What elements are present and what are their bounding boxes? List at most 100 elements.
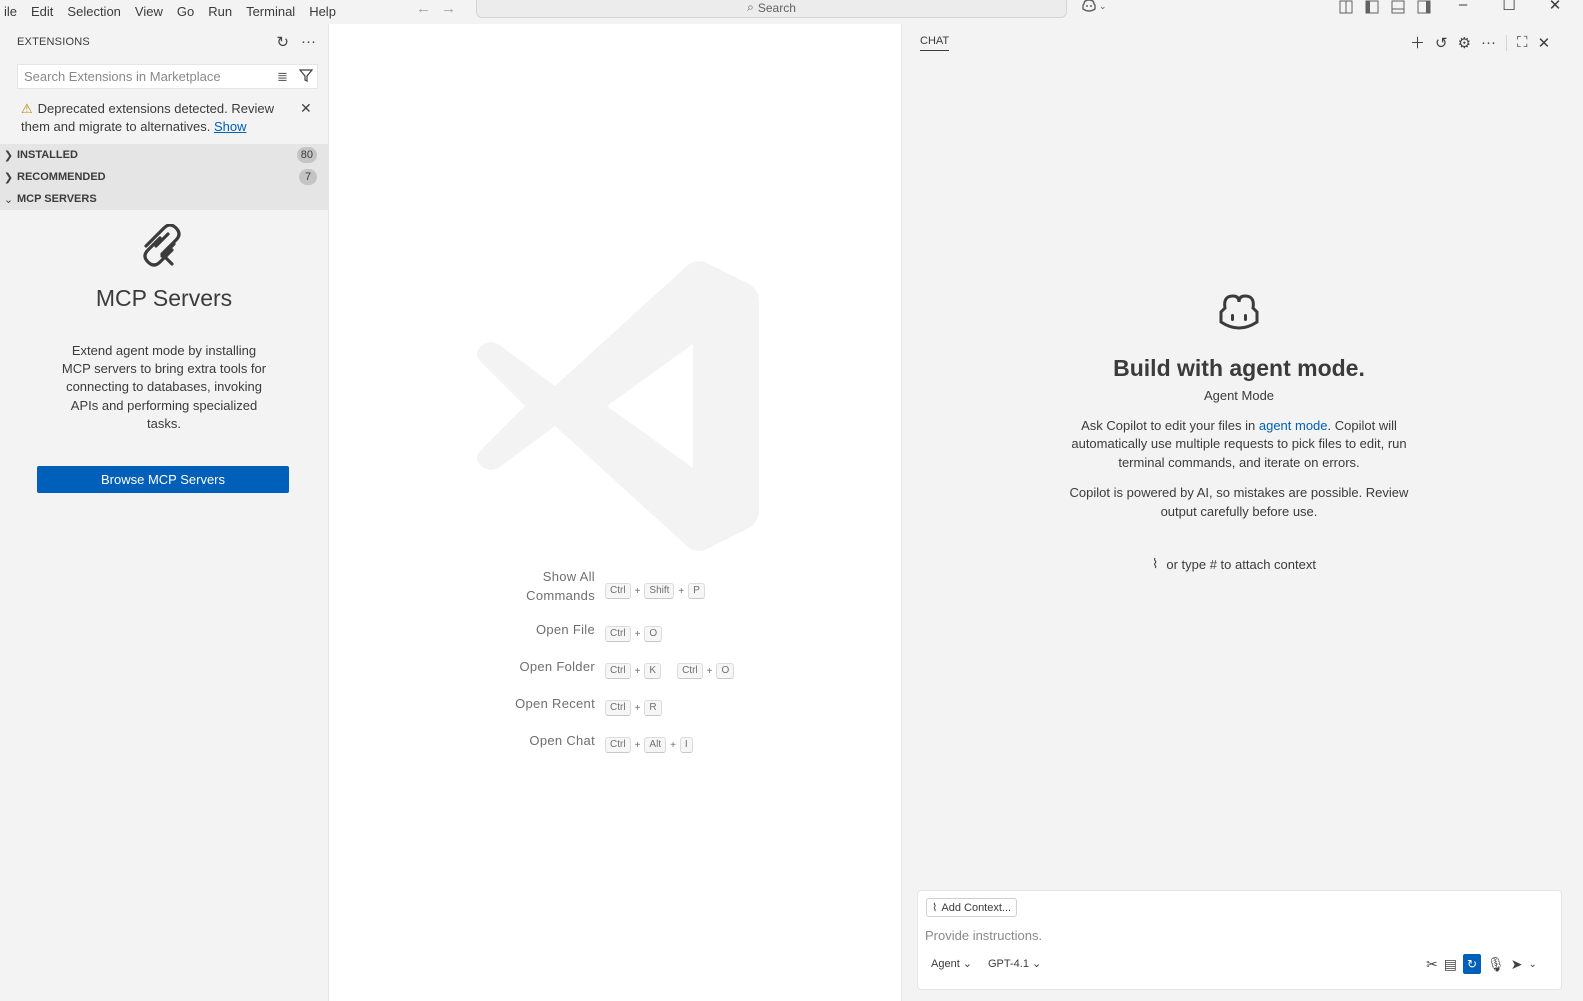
copilot-menu[interactable]: ⌄ [1081,0,1107,13]
chevron-down-icon[interactable]: ⌄ [1528,959,1536,970]
plus-sign: + [634,628,641,640]
shortcut-label: Open File [535,622,595,637]
menu-view[interactable]: View [128,4,170,20]
tab-chat[interactable]: CHAT [920,35,950,51]
shortcut-label: Open Recent [515,696,595,711]
chat-input-box: ⌇ Add Context... Agent ⌄ GPT-4.1 ⌄ ✂ ▤ ↻… [917,890,1562,990]
warning-icon: ⚠ [21,101,33,116]
agent-mode-link[interactable]: agent mode [1259,418,1328,433]
section-recommended[interactable]: ❯ RECOMMENDED 7 [0,166,328,188]
toggle-secondary-sidebar-icon[interactable] [1416,0,1434,14]
section-label: RECOMMENDED [17,171,106,183]
menu-file[interactable]: ile [0,4,24,20]
browse-mcp-servers-button[interactable]: Browse MCP Servers [37,466,289,493]
key-combo: Ctrl + R [605,700,662,716]
send-icon[interactable]: ➤ [1511,956,1523,973]
chat-input[interactable] [925,928,1525,943]
chat-heading: Build with agent mode. [1113,355,1365,381]
close-window-icon[interactable]: ✕ [1532,0,1578,14]
chat-intro: Ask Copilot to edit your files in agent … [1062,417,1416,472]
plus-sign: + [670,739,676,751]
shortcut-row[interactable]: Show All Commands Ctrl + Shift + P [499,567,734,605]
close-icon[interactable]: ✕ [300,100,312,117]
plus-sign: + [678,585,685,597]
menu-selection[interactable]: Selection [60,4,127,20]
keycap: I [679,737,693,753]
menu-terminal[interactable]: Terminal [239,4,302,20]
shortcut-row[interactable]: Open File Ctrl + O [499,620,734,642]
close-icon[interactable]: ✕ [1538,34,1551,52]
chat-panel: CHAT ＋ ↺ ⚙ ··· ⛶ ✕ Build with agent mode… [901,24,1583,1001]
keycap: K [644,663,662,679]
plus-sign: + [634,702,641,714]
chevron-down-icon: ⌄ [1031,958,1042,970]
keycap: P [688,583,705,599]
toggle-primary-sidebar-icon[interactable] [1364,0,1382,14]
paperclip-icon[interactable]: ⌇ [1152,556,1158,572]
mcp-welcome: MCP Servers Extend agent mode by install… [0,223,328,433]
extension-search-input[interactable] [24,69,264,84]
mcp-icon [143,223,181,267]
sidebar-title: EXTENSIONS [17,35,90,48]
key-combo: Ctrl + Alt + I [605,737,693,753]
clear-filter-icon[interactable]: ≣ [277,69,288,85]
history-icon[interactable]: ↺ [1435,34,1448,52]
key-combo: Ctrl + Shift + P [605,583,705,599]
keycap: Ctrl [605,626,631,642]
menu-run[interactable]: Run [201,4,239,20]
microphone-icon[interactable]: 🎙︎ [1487,956,1505,973]
refresh-icon[interactable]: ↻ [276,33,289,51]
add-context-button[interactable]: ⌇ Add Context... [926,898,1018,917]
model-picker[interactable]: GPT-4.1 ⌄ [988,957,1042,971]
list-icon[interactable]: ▤ [1444,956,1457,973]
keycap: O [716,663,735,679]
shortcut-list: Show All Commands Ctrl + Shift + P Open File Ct… [499,567,735,768]
intro-text: Ask Copilot to edit your files in [1081,418,1259,433]
chat-subheading: Agent Mode [1203,388,1275,403]
section-label: INSTALLED [17,149,78,161]
menu-help[interactable]: Help [302,4,343,20]
forward-arrow-icon[interactable]: → [441,0,456,17]
keycap: Ctrl [605,737,631,753]
filter-icon[interactable] [298,69,314,85]
count-badge: 80 [296,147,317,163]
keycap: O [644,626,663,642]
shortcut-row[interactable]: Open Recent Ctrl + R [499,694,734,716]
show-deprecated-link[interactable]: Show [214,119,247,134]
shortcut-row[interactable]: Open Chat Ctrl + Alt + I [499,731,734,753]
auto-approve-icon[interactable]: ↻ [1462,954,1481,974]
tools-icon[interactable]: ✂ [1426,956,1438,973]
title-bar: ile Edit Selection View Go Run Terminal … [0,0,1583,24]
toggle-panel-icon[interactable] [1390,0,1408,14]
search-icon: ⌕ [747,0,754,14]
maximize-icon[interactable]: ☐ [1486,0,1532,14]
chat-disclaimer: Copilot is powered by AI, so mistakes ar… [1069,485,1409,519]
section-mcp-servers[interactable]: ⌄ MCP SERVERS [0,188,328,210]
menu-edit[interactable]: Edit [24,4,60,20]
menu-go[interactable]: Go [170,4,201,20]
chevron-down-icon: ⌄ [1099,0,1107,11]
chat-actions: ＋ ↺ ⚙ ··· ⛶ ✕ [1410,32,1550,53]
model-label: GPT-4.1 [988,957,1029,970]
shortcut-label: Open Chat [529,733,595,748]
nav-arrows: ← → [416,0,456,17]
back-arrow-icon[interactable]: ← [416,0,431,17]
layout-controls [1338,0,1434,14]
section-installed[interactable]: ❯ INSTALLED 80 [0,144,328,166]
maximize-panel-icon[interactable]: ⛶ [1517,34,1528,51]
shortcut-label: Open Folder [519,659,595,674]
shortcut-row[interactable]: Open Folder Ctrl + K Ctrl + O [499,657,735,679]
editor-area: Show All Commands Ctrl + Shift + P Open File Ct… [329,24,901,1001]
count-badge: 7 [299,169,317,185]
gear-icon[interactable]: ⚙ [1458,34,1471,52]
new-chat-icon[interactable]: ＋ [1410,32,1425,53]
more-actions-icon[interactable]: ··· [301,33,316,51]
more-actions-icon[interactable]: ··· [1481,34,1496,51]
command-center[interactable]: ⌕ Search [476,0,1067,18]
mode-picker[interactable]: Agent ⌄ [931,957,972,971]
vscode-logo-watermark [477,261,759,551]
shortcut-label: Show All Commands [526,569,595,603]
keycap: Alt [644,737,667,753]
minimize-icon[interactable]: – [1440,0,1486,14]
customize-layout-icon[interactable] [1338,0,1356,14]
